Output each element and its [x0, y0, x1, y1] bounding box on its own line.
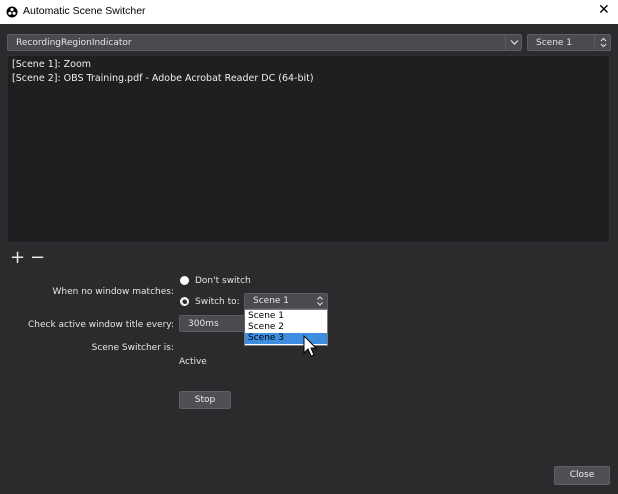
scene-select-value: Scene 1 [536, 38, 573, 48]
status-value: Active [179, 357, 207, 367]
scene-select-spinner[interactable] [594, 35, 611, 50]
no-match-label: When no window matches: [52, 287, 174, 297]
add-button[interactable]: + [10, 249, 25, 267]
obs-logo-icon [6, 6, 18, 18]
up-down-arrows-icon [317, 296, 323, 306]
switch-to-radio[interactable] [180, 297, 189, 306]
dont-switch-label: Don't switch [195, 276, 251, 286]
scene-select[interactable]: Scene 1 [527, 34, 611, 51]
window-select-arrow[interactable] [505, 35, 522, 50]
list-item[interactable]: [Scene 1]: Zoom [12, 59, 91, 70]
status-label: Scene Switcher is: [91, 343, 174, 353]
switch-to-select[interactable]: Scene 1 [244, 293, 328, 309]
window-select-value: RecordingRegionIndicator [16, 38, 132, 48]
title-bar: Automatic Scene Switcher ✕ [0, 0, 618, 24]
close-icon[interactable]: ✕ [598, 2, 610, 18]
dont-switch-radio[interactable] [180, 276, 189, 285]
up-down-arrows-icon [600, 37, 607, 48]
switch-to-value: Scene 1 [253, 296, 290, 306]
switch-to-label: Switch to: [195, 297, 240, 307]
option-scene-2[interactable]: Scene 2 [245, 322, 327, 333]
check-interval-label: Check active window title every: [27, 320, 174, 330]
window-select[interactable]: RecordingRegionIndicator [7, 34, 522, 51]
check-interval-input[interactable]: 300ms [179, 315, 245, 332]
remove-button[interactable]: − [30, 249, 45, 267]
window-title: Automatic Scene Switcher [23, 5, 146, 17]
chevron-down-icon [510, 40, 519, 45]
stop-button[interactable]: Stop [179, 391, 231, 409]
check-interval-value: 300ms [188, 319, 219, 329]
close-button[interactable]: Close [554, 466, 610, 485]
list-item[interactable]: [Scene 2]: OBS Training.pdf - Adobe Acro… [12, 73, 314, 84]
scene-rules-list[interactable]: [Scene 1]: Zoom [Scene 2]: OBS Training.… [7, 55, 610, 243]
mouse-cursor-icon [303, 335, 318, 357]
option-scene-1[interactable]: Scene 1 [245, 311, 327, 322]
